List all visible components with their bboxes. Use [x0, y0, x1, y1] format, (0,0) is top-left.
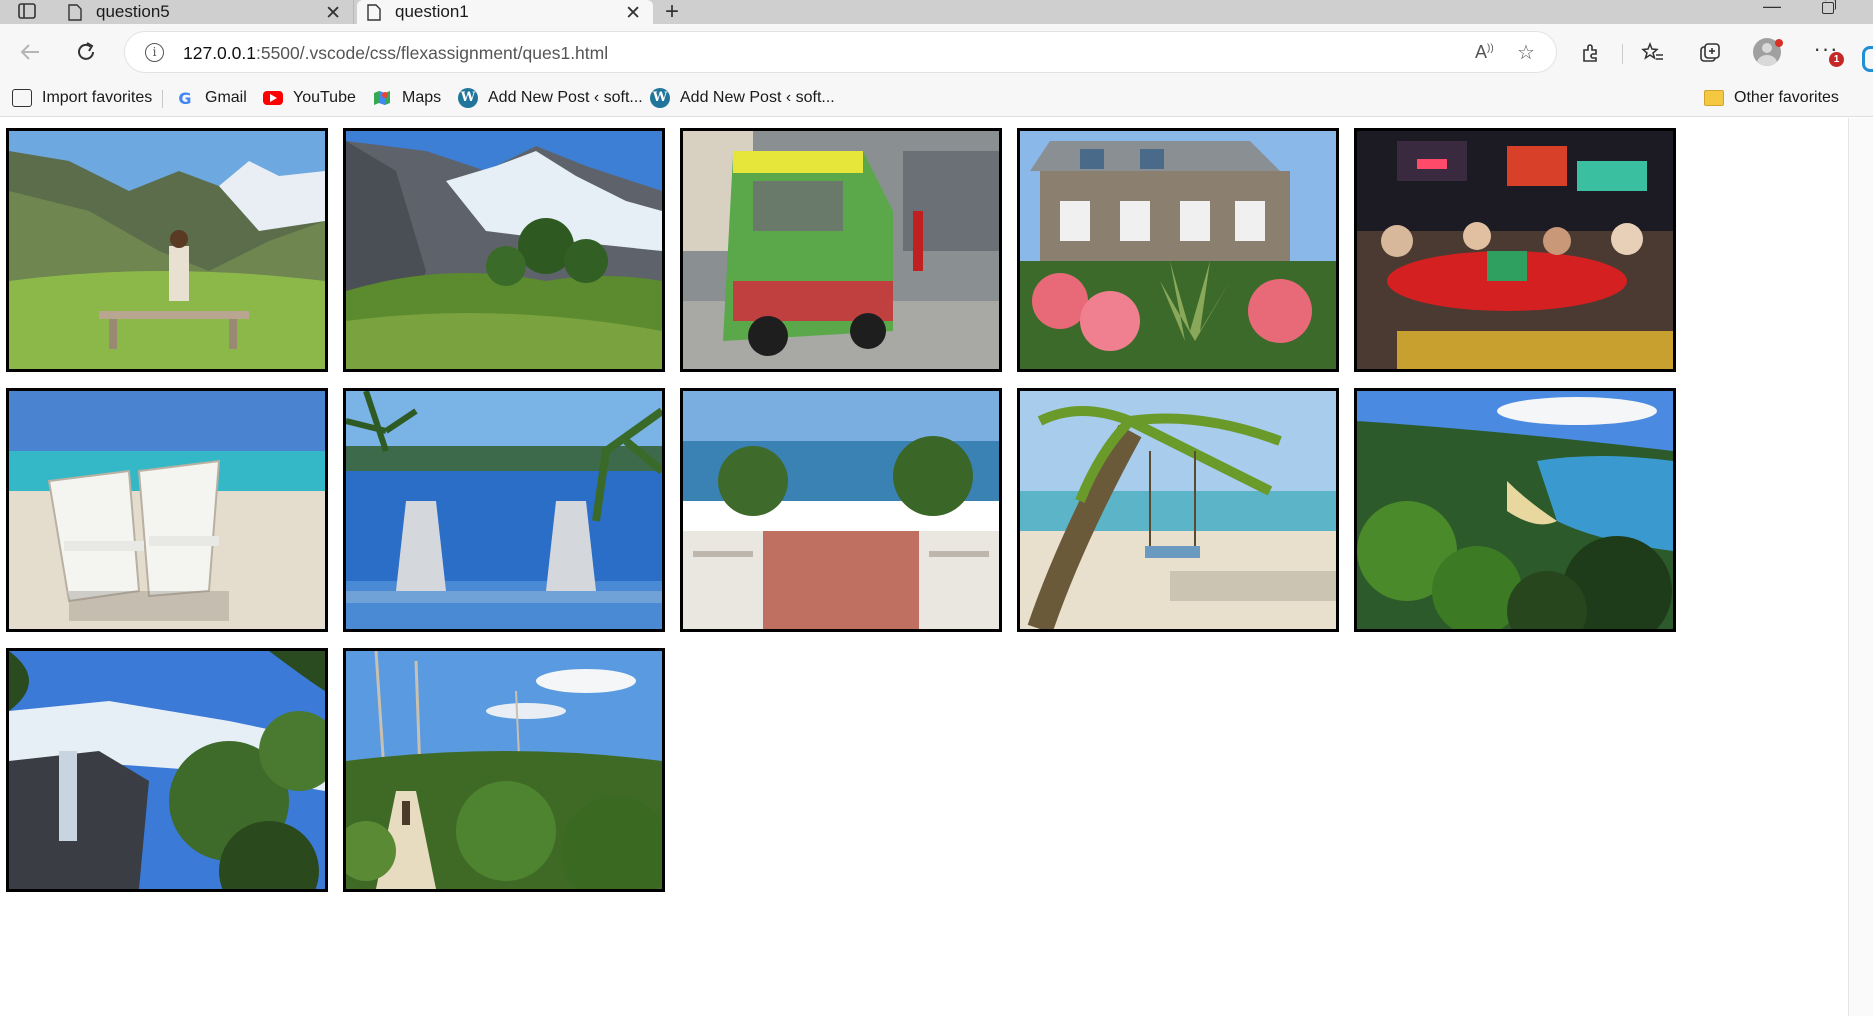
- youtube-icon: [263, 88, 283, 108]
- wordpress-icon: W: [650, 88, 670, 108]
- minimize-button[interactable]: —: [1763, 0, 1781, 17]
- wordpress-icon: W: [458, 88, 478, 108]
- extensions-icon[interactable]: [1578, 40, 1604, 66]
- bookmark-maps[interactable]: Maps: [372, 86, 441, 110]
- back-button[interactable]: [16, 38, 44, 66]
- bookmark-label: Import favorites: [42, 89, 153, 106]
- arrow-left-icon: [20, 44, 39, 60]
- gallery-image-resort-stairs: [680, 388, 1002, 632]
- gallery-image-food-truck: [680, 128, 1002, 372]
- bookmark-gmail[interactable]: G Gmail: [175, 86, 247, 110]
- gallery-image-glacier-mountain: [343, 128, 665, 372]
- page-icon: [367, 3, 381, 21]
- new-tab-button[interactable]: +: [665, 0, 679, 26]
- tab-title: question1: [395, 2, 469, 21]
- bookmark-import-favorites[interactable]: Import favorites: [12, 86, 152, 110]
- bookmark-add-new-post-1[interactable]: W Add New Post ‹ soft...: [458, 86, 643, 110]
- gallery-image-mountain-valley: [6, 128, 328, 372]
- tab-actions-button[interactable]: [12, 0, 42, 22]
- bookmark-divider: [162, 90, 163, 108]
- bookmark-label: YouTube: [293, 89, 356, 106]
- gallery-image-forest-path: [343, 648, 665, 892]
- close-icon[interactable]: ✕: [625, 2, 641, 25]
- bookmark-label: Gmail: [205, 89, 247, 106]
- info-icon[interactable]: i: [145, 43, 164, 62]
- tab-strip: question5 ✕ question1 ✕ + —: [0, 0, 1873, 26]
- folder-icon: [1704, 88, 1724, 108]
- gallery-image-waterfall-glacier: [6, 648, 328, 892]
- add-favorite-icon[interactable]: ☆: [1517, 40, 1535, 65]
- copilot-icon[interactable]: [1862, 46, 1873, 72]
- page-content: [0, 118, 1848, 1016]
- toolbar: i 127.0.0.1:5500/.vscode/css/flexassignm…: [0, 24, 1873, 80]
- address-bar[interactable]: i 127.0.0.1:5500/.vscode/css/flexassignm…: [124, 31, 1557, 73]
- bookmark-label: Add New Post ‹ soft...: [680, 89, 835, 106]
- browser-window: question5 ✕ question1 ✕ + — i 127.0.0.1:…: [0, 0, 1873, 1016]
- bookmarks-bar: Import favorites G Gmail YouTube Maps W …: [0, 80, 1873, 117]
- bookmark-label: Maps: [402, 89, 442, 106]
- import-icon: [12, 88, 32, 108]
- favorites-icon[interactable]: [1640, 40, 1666, 66]
- gallery-image-palm-beach: [1017, 388, 1339, 632]
- reload-button[interactable]: [72, 38, 100, 66]
- toolbar-divider: [1622, 44, 1623, 64]
- sidebar-strip: [1848, 118, 1873, 1016]
- tab-question1[interactable]: question1 ✕: [357, 0, 653, 24]
- page-icon: [68, 3, 82, 21]
- image-gallery: [6, 128, 1686, 892]
- gallery-image-night-street: [1354, 128, 1676, 372]
- maps-icon: [372, 88, 392, 108]
- gallery-image-bay-beach: [1354, 388, 1676, 632]
- reload-icon: [78, 42, 94, 60]
- close-icon[interactable]: ✕: [325, 2, 341, 25]
- bookmark-other-favorites[interactable]: Other favorites: [1704, 86, 1839, 110]
- gallery-image-stone-house: [1017, 128, 1339, 372]
- tab-question5[interactable]: question5 ✕: [58, 0, 354, 24]
- collections-icon[interactable]: [1697, 40, 1723, 66]
- tab-title: question5: [96, 2, 170, 21]
- gallery-image-infinity-pool: [343, 388, 665, 632]
- gallery-image-beach-chairs: [6, 388, 328, 632]
- bookmark-youtube[interactable]: YouTube: [263, 86, 356, 110]
- google-icon: G: [178, 88, 192, 108]
- more-badge: 1: [1829, 52, 1844, 67]
- bookmark-add-new-post-2[interactable]: W Add New Post ‹ soft...: [650, 86, 835, 110]
- restore-button[interactable]: [1822, 0, 1836, 14]
- url-path: :5500/.vscode/css/flexassignment/ques1.h…: [255, 43, 609, 63]
- tab-actions-icon: [18, 3, 36, 19]
- url-text[interactable]: 127.0.0.1:5500/.vscode/css/flexassignmen…: [183, 43, 608, 64]
- bookmark-label: Add New Post ‹ soft...: [488, 89, 643, 106]
- notification-dot: [1775, 39, 1783, 47]
- url-host: 127.0.0.1: [183, 43, 256, 63]
- bookmark-label: Other favorites: [1734, 89, 1839, 106]
- read-aloud-icon[interactable]: A)): [1475, 42, 1494, 63]
